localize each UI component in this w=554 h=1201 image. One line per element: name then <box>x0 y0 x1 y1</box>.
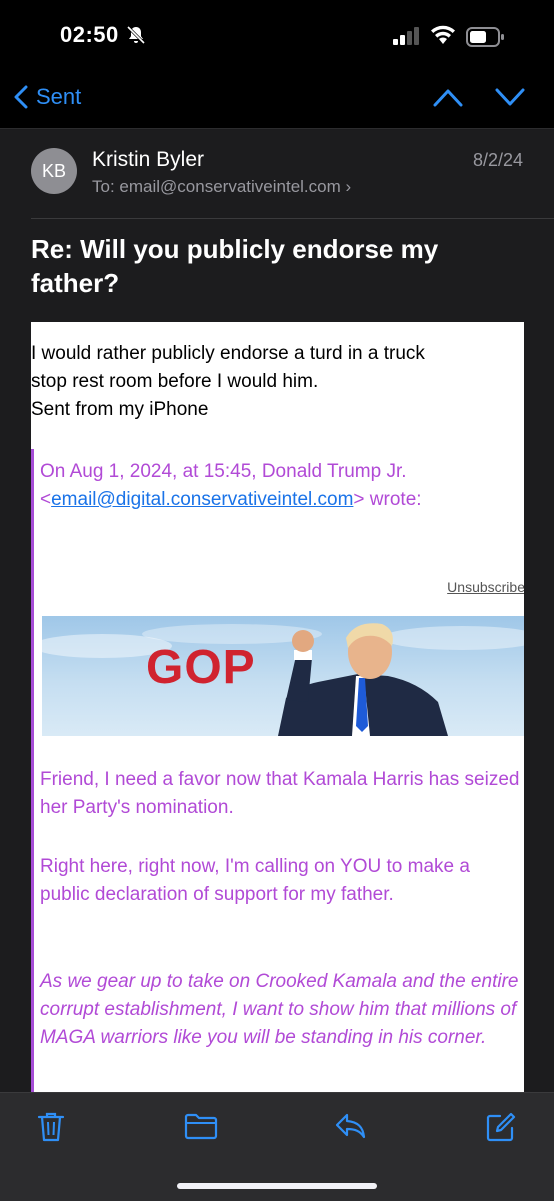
message-date: 8/2/24 <box>472 150 523 170</box>
paragraph: Friend, I need a favor now that Kamala H… <box>40 769 520 818</box>
person-figure <box>278 623 448 736</box>
to-address: email@conservativeintel.com <box>119 177 341 196</box>
signature: Sent from my iPhone <box>31 399 209 420</box>
recipient-row[interactable]: To: email@conservativeintel.com › <box>92 177 351 197</box>
reply-icon[interactable] <box>334 1111 368 1146</box>
sender-name[interactable]: Kristin Byler <box>92 148 204 172</box>
previous-message-button[interactable] <box>432 86 464 113</box>
quote-email-link[interactable]: email@digital.conservativeintel.com <box>51 489 353 510</box>
nav-bar: Sent <box>0 74 554 129</box>
back-button[interactable]: Sent <box>14 84 81 110</box>
quote-header-line: On Aug 1, 2024, at 15:45, Donald Trump J… <box>40 461 407 482</box>
status-time: 02:50 <box>60 22 119 47</box>
chevron-up-icon <box>433 89 463 107</box>
signal-icon <box>393 27 421 50</box>
status-bar: 02:50 <box>0 0 554 74</box>
chevron-left-icon <box>14 85 28 109</box>
back-label: Sent <box>36 84 82 109</box>
reply-line: stop rest room before I would him. <box>31 371 319 392</box>
quoted-message: On Aug 1, 2024, at 15:45, Donald Trump J… <box>31 449 524 1092</box>
compose-icon[interactable] <box>485 1111 517 1148</box>
quote-bracket: < <box>40 489 52 510</box>
trash-icon[interactable] <box>36 1111 66 1148</box>
unsubscribe-link[interactable]: Unsubscribe <box>447 573 524 601</box>
chevron-right-icon: › <box>345 177 352 196</box>
banner-image: GOP <box>42 616 524 736</box>
quote-header: On Aug 1, 2024, at 15:45, Donald Trump J… <box>40 458 524 514</box>
banner-gop-text: GOP <box>146 641 256 694</box>
to-label: To: <box>92 177 115 196</box>
reply-text: I would rather publicly endorse a turd i… <box>31 340 425 424</box>
message-subject: Re: Will you publicly endorse my father? <box>31 234 439 298</box>
chevron-down-icon <box>495 88 525 106</box>
wifi-icon <box>430 25 456 50</box>
folder-icon[interactable] <box>184 1111 218 1146</box>
message-view[interactable]: KB Kristin Byler To: email@conservativei… <box>0 128 554 1092</box>
reply-line: I would rather publicly endorse a turd i… <box>31 343 425 364</box>
battery-icon <box>466 27 506 52</box>
paragraph: Right here, right now, I'm calling on YO… <box>40 856 470 905</box>
home-indicator[interactable] <box>177 1183 377 1189</box>
silent-bell-icon <box>126 25 146 50</box>
next-message-button[interactable] <box>494 86 526 113</box>
avatar[interactable]: KB <box>31 148 77 194</box>
message-body: I would rather publicly endorse a turd i… <box>31 322 524 1092</box>
divider <box>31 218 554 219</box>
paragraph: As we gear up to take on Crooked Kamala … <box>40 971 519 1048</box>
quote-header-tail: > wrote: <box>353 489 422 510</box>
